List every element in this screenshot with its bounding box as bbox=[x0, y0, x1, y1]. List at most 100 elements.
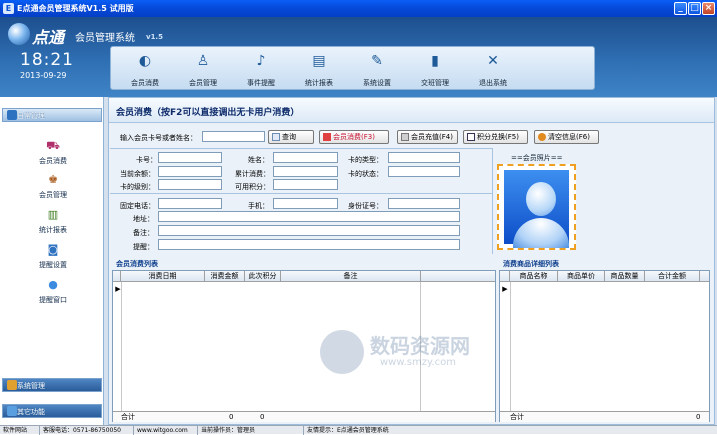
reminder-label: 提醒： bbox=[133, 243, 154, 251]
sidebar-item-member-consume[interactable]: ⛟ 会员消费 bbox=[30, 139, 76, 169]
note-field[interactable] bbox=[158, 225, 460, 236]
card-type-field[interactable] bbox=[388, 152, 460, 163]
close-icon: ✕ bbox=[487, 53, 499, 69]
consume-list-title: 会员消费列表 bbox=[116, 260, 158, 268]
column-header[interactable]: 消费金额 bbox=[205, 271, 245, 282]
header-spacer bbox=[500, 271, 510, 282]
name-field[interactable] bbox=[273, 152, 338, 163]
clock-date: 2013-09-29 bbox=[20, 71, 67, 80]
divider bbox=[110, 193, 492, 194]
sidebar-item-label: 提醒窗口 bbox=[39, 296, 67, 304]
clear-info-button[interactable]: 清空信息(F6) bbox=[534, 130, 599, 144]
sidebar-section-system[interactable]: 系统管理 bbox=[2, 378, 102, 392]
column-header[interactable]: 商品数量 bbox=[605, 271, 645, 282]
consume-button-label: 会员消费(F3) bbox=[333, 133, 375, 141]
note-label: 备注： bbox=[133, 229, 154, 237]
clear-button-label: 清空信息(F6) bbox=[548, 133, 590, 141]
photo-label: ==会员照片== bbox=[511, 154, 563, 162]
points-field[interactable] bbox=[273, 179, 338, 190]
sidebar-section-daily[interactable]: 日常管理 bbox=[2, 108, 102, 122]
book-icon: ▮ bbox=[431, 53, 439, 69]
total-spent-field[interactable] bbox=[273, 166, 338, 177]
chart-icon: ▥ bbox=[47, 208, 59, 221]
clock-time: 18:21 bbox=[20, 50, 74, 70]
folder-icon bbox=[7, 110, 17, 120]
sidebar-item-reminder-window[interactable]: ● 提醒窗口 bbox=[30, 278, 76, 308]
watermark: 数码资源网 www.smzy.com bbox=[320, 330, 550, 375]
balance-field[interactable] bbox=[158, 166, 222, 177]
divider bbox=[110, 148, 492, 149]
detail-list-title: 消费商品详细列表 bbox=[503, 260, 559, 268]
panel-header: 会员消费（按F2可以直接调出无卡用户消费） bbox=[109, 98, 714, 123]
toolbar-shift[interactable]: ▮ 交班管理 bbox=[406, 47, 464, 91]
toolbar-member-consume[interactable]: ◐ 会员消费 bbox=[116, 47, 174, 91]
table-header: 商品名称 商品单价 商品数量 合计金额 bbox=[500, 271, 709, 282]
maximize-button[interactable]: □ bbox=[688, 2, 701, 15]
column-header[interactable]: 商品单价 bbox=[558, 271, 605, 282]
card-type-label: 卡的类型： bbox=[348, 156, 383, 164]
redeem-icon bbox=[467, 133, 475, 141]
clear-icon bbox=[538, 133, 546, 141]
toolbar-event-reminder[interactable]: ♪ 事件提醒 bbox=[232, 47, 290, 91]
report-icon: ▤ bbox=[312, 53, 326, 69]
row-selector-icon: ▶ bbox=[502, 285, 508, 293]
consume-button[interactable]: 会员消费(F3) bbox=[319, 130, 389, 144]
table-footer: 合计 0 bbox=[500, 411, 709, 422]
balance-label: 当前余额： bbox=[120, 170, 155, 178]
sidebar-item-label: 会员管理 bbox=[39, 191, 67, 199]
search-input[interactable] bbox=[202, 131, 265, 142]
card-status-label: 卡的状态： bbox=[348, 170, 383, 178]
query-button[interactable]: 查询 bbox=[268, 130, 314, 144]
column-header[interactable]: 备注 bbox=[281, 271, 421, 282]
card-no-field[interactable] bbox=[158, 152, 222, 163]
sidebar-item-reports[interactable]: ▥ 统计报表 bbox=[30, 208, 76, 238]
toolbar-member-manage[interactable]: ♙ 会员管理 bbox=[174, 47, 232, 91]
phone-label: 固定电话： bbox=[120, 202, 155, 210]
toolbar-reports[interactable]: ▤ 统计报表 bbox=[290, 47, 348, 91]
id-no-field[interactable] bbox=[388, 198, 460, 209]
consume-icon bbox=[323, 133, 331, 141]
table-header: 消费日期 消费金额 此次积分 备注 bbox=[113, 271, 495, 282]
column-header[interactable]: 合计金额 bbox=[645, 271, 700, 282]
mobile-field[interactable] bbox=[273, 198, 338, 209]
window-title: E点通会员管理系统V1.5 试用版 bbox=[17, 4, 134, 13]
divider bbox=[492, 148, 493, 254]
recharge-icon bbox=[401, 133, 409, 141]
mobile-label: 手机： bbox=[248, 202, 269, 210]
rss-icon: ◙ bbox=[47, 243, 59, 256]
footer-total-points: 0 bbox=[260, 413, 265, 421]
sidebar-item-member-manage[interactable]: ♚ 会员管理 bbox=[30, 173, 76, 203]
toolbar-exit[interactable]: ✕ 退出系统 bbox=[464, 47, 522, 91]
id-no-label: 身份证号： bbox=[348, 202, 383, 210]
column-header[interactable]: 商品名称 bbox=[510, 271, 558, 282]
sidebar-section-title: 其它功能 bbox=[17, 408, 45, 416]
column-header[interactable]: 消费日期 bbox=[121, 271, 205, 282]
member-photo[interactable] bbox=[497, 164, 576, 250]
app-icon: E bbox=[3, 3, 14, 14]
phone-field[interactable] bbox=[158, 198, 222, 209]
toolbar-settings[interactable]: ✎ 系统设置 bbox=[348, 47, 406, 91]
card-status-field[interactable] bbox=[388, 166, 460, 177]
column-header[interactable]: 此次积分 bbox=[245, 271, 281, 282]
bell-icon: ♪ bbox=[256, 53, 266, 69]
close-button[interactable]: × bbox=[702, 2, 715, 15]
minimize-button[interactable]: _ bbox=[674, 2, 687, 15]
sidebar-section-other[interactable]: 其它功能 bbox=[2, 404, 102, 418]
card-level-field[interactable] bbox=[158, 179, 222, 190]
redeem-points-button[interactable]: 积分兑换(F5) bbox=[463, 130, 528, 144]
recharge-button[interactable]: 会员充值(F4) bbox=[397, 130, 458, 144]
sidebar-item-reminder-settings[interactable]: ◙ 提醒设置 bbox=[30, 243, 76, 273]
panel-title: 会员消费（按F2可以直接调出无卡用户消费） bbox=[116, 108, 300, 118]
address-field[interactable] bbox=[158, 211, 460, 222]
title-bar: E E点通会员管理系统V1.5 试用版 _ □ × bbox=[0, 0, 717, 17]
redeem-button-label: 积分兑换(F5) bbox=[477, 133, 519, 141]
main-toolbar: ◐ 会员消费 ♙ 会员管理 ♪ 事件提醒 ▤ 统计报表 ✎ 系统设置 ▮ 交班管… bbox=[110, 46, 595, 90]
address-label: 地址： bbox=[133, 215, 154, 223]
toolbar-label: 统计报表 bbox=[305, 79, 333, 87]
app-version: v1.5 bbox=[146, 33, 163, 41]
card-level-label: 卡的级别： bbox=[120, 183, 155, 191]
reminder-field[interactable] bbox=[158, 239, 460, 250]
points-label: 可用积分： bbox=[235, 183, 270, 191]
sidebar-item-label: 会员消费 bbox=[39, 157, 67, 165]
sidebar-section-title: 日常管理 bbox=[17, 112, 45, 120]
